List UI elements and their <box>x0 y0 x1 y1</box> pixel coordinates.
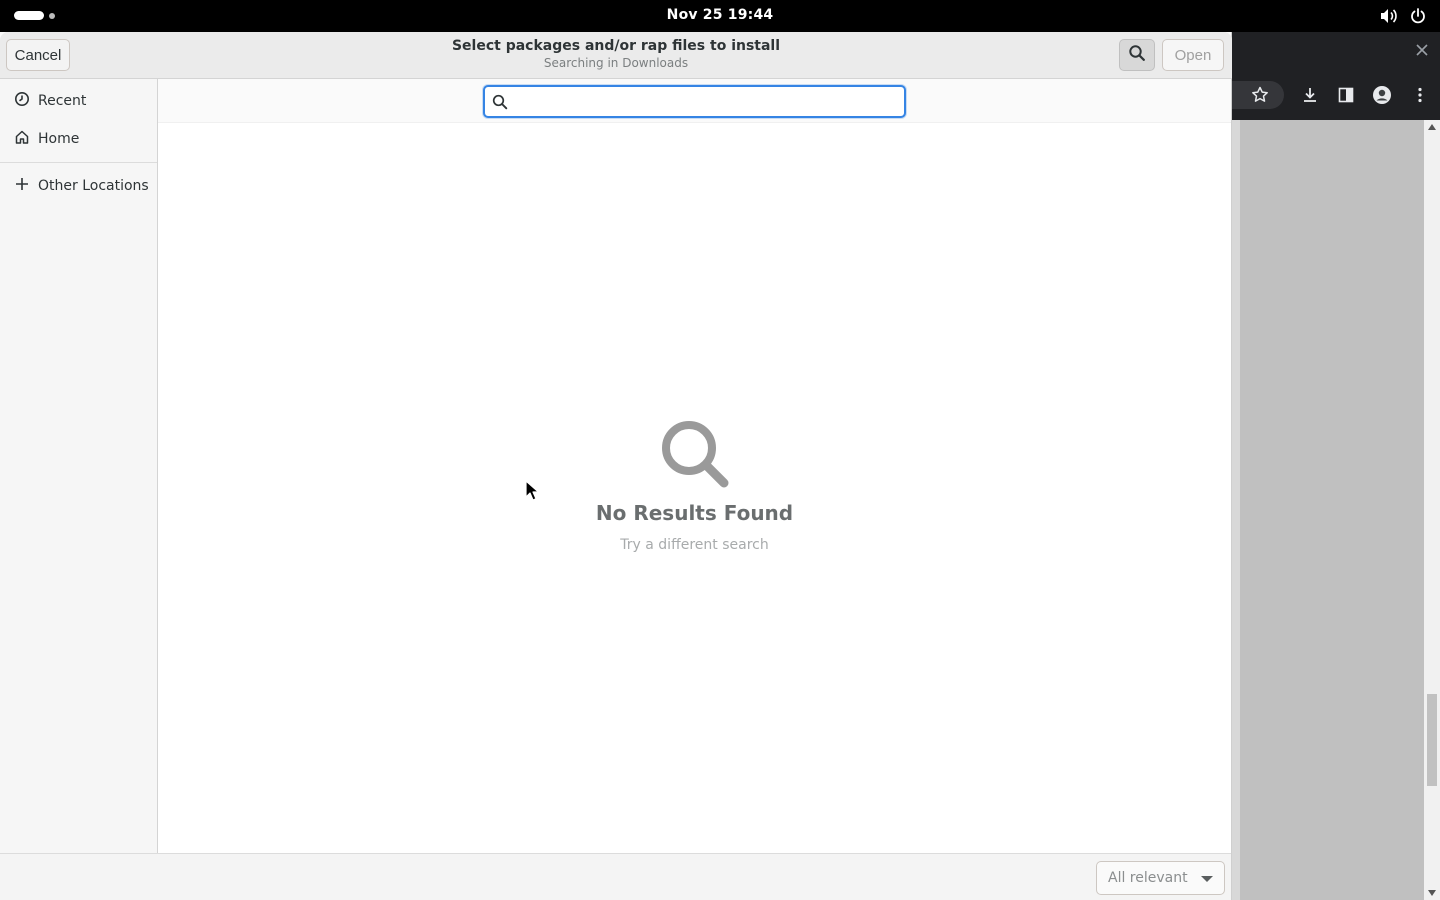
bookmark-star-icon[interactable] <box>1250 85 1270 105</box>
volume-icon <box>1380 8 1398 24</box>
search-bar <box>158 79 1231 123</box>
system-tray[interactable] <box>1380 6 1426 26</box>
file-filter-dropdown[interactable]: All relevant <box>1096 861 1225 895</box>
browser-page-content <box>1232 120 1440 900</box>
places-sidebar: Recent Home Other Locations <box>0 79 158 853</box>
sidebar-item-label: Recent <box>38 93 87 109</box>
page-edge <box>1232 120 1240 900</box>
browser-window <box>1212 32 1440 900</box>
clock[interactable]: Nov 25 19:44 <box>0 7 1440 23</box>
dialog-headerbar: Cancel Select packages and/or rap files … <box>0 32 1232 79</box>
chevron-down-icon <box>1201 876 1213 882</box>
search-input[interactable] <box>513 91 893 113</box>
dialog-subtitle: Searching in Downloads <box>543 56 689 70</box>
browser-toolbar <box>1212 76 1440 114</box>
scroll-down-arrow-icon[interactable] <box>1428 890 1436 896</box>
file-filter-label: All relevant <box>1108 870 1188 886</box>
home-icon <box>14 129 38 149</box>
sidebar-item-other-locations[interactable]: Other Locations <box>0 169 157 203</box>
search-toggle-button[interactable] <box>1119 39 1155 71</box>
scroll-up-arrow-icon[interactable] <box>1428 124 1436 130</box>
empty-state-title: No Results Found <box>595 501 794 525</box>
download-icon[interactable] <box>1300 85 1320 105</box>
dialog-title-block: Select packages and/or rap files to inst… <box>0 38 1232 71</box>
open-button[interactable]: Open <box>1162 39 1224 71</box>
browser-close-icon[interactable] <box>1414 42 1430 58</box>
dialog-title: Select packages and/or rap files to inst… <box>451 38 781 54</box>
sidebar-separator <box>0 162 157 163</box>
sidebar-item-home[interactable]: Home <box>0 122 157 156</box>
search-icon <box>492 94 508 114</box>
search-icon <box>158 417 1231 491</box>
clock-icon <box>14 91 38 111</box>
sidebar-item-label: Other Locations <box>38 178 149 194</box>
power-icon <box>1410 8 1426 24</box>
profile-avatar-icon[interactable] <box>1372 85 1392 105</box>
page-scrollbar[interactable] <box>1424 120 1440 900</box>
file-list-pane: No Results Found Try a different search <box>158 79 1231 853</box>
empty-state: No Results Found Try a different search <box>158 417 1231 553</box>
empty-state-subtitle: Try a different search <box>620 537 769 553</box>
side-panel-icon[interactable] <box>1336 85 1356 105</box>
dialog-bottom-bar: All relevant <box>0 853 1231 900</box>
browser-menu-icon[interactable] <box>1410 85 1430 105</box>
sidebar-item-label: Home <box>38 131 80 147</box>
sidebar-item-recent[interactable]: Recent <box>0 84 157 118</box>
system-top-bar: Nov 25 19:44 <box>0 0 1440 32</box>
scroll-thumb[interactable] <box>1427 694 1437 786</box>
plus-icon <box>14 176 38 196</box>
mouse-pointer-icon <box>525 480 540 502</box>
search-icon <box>1128 44 1146 66</box>
search-entry[interactable] <box>483 85 906 118</box>
file-chooser-dialog: Cancel Select packages and/or rap files … <box>0 32 1232 900</box>
